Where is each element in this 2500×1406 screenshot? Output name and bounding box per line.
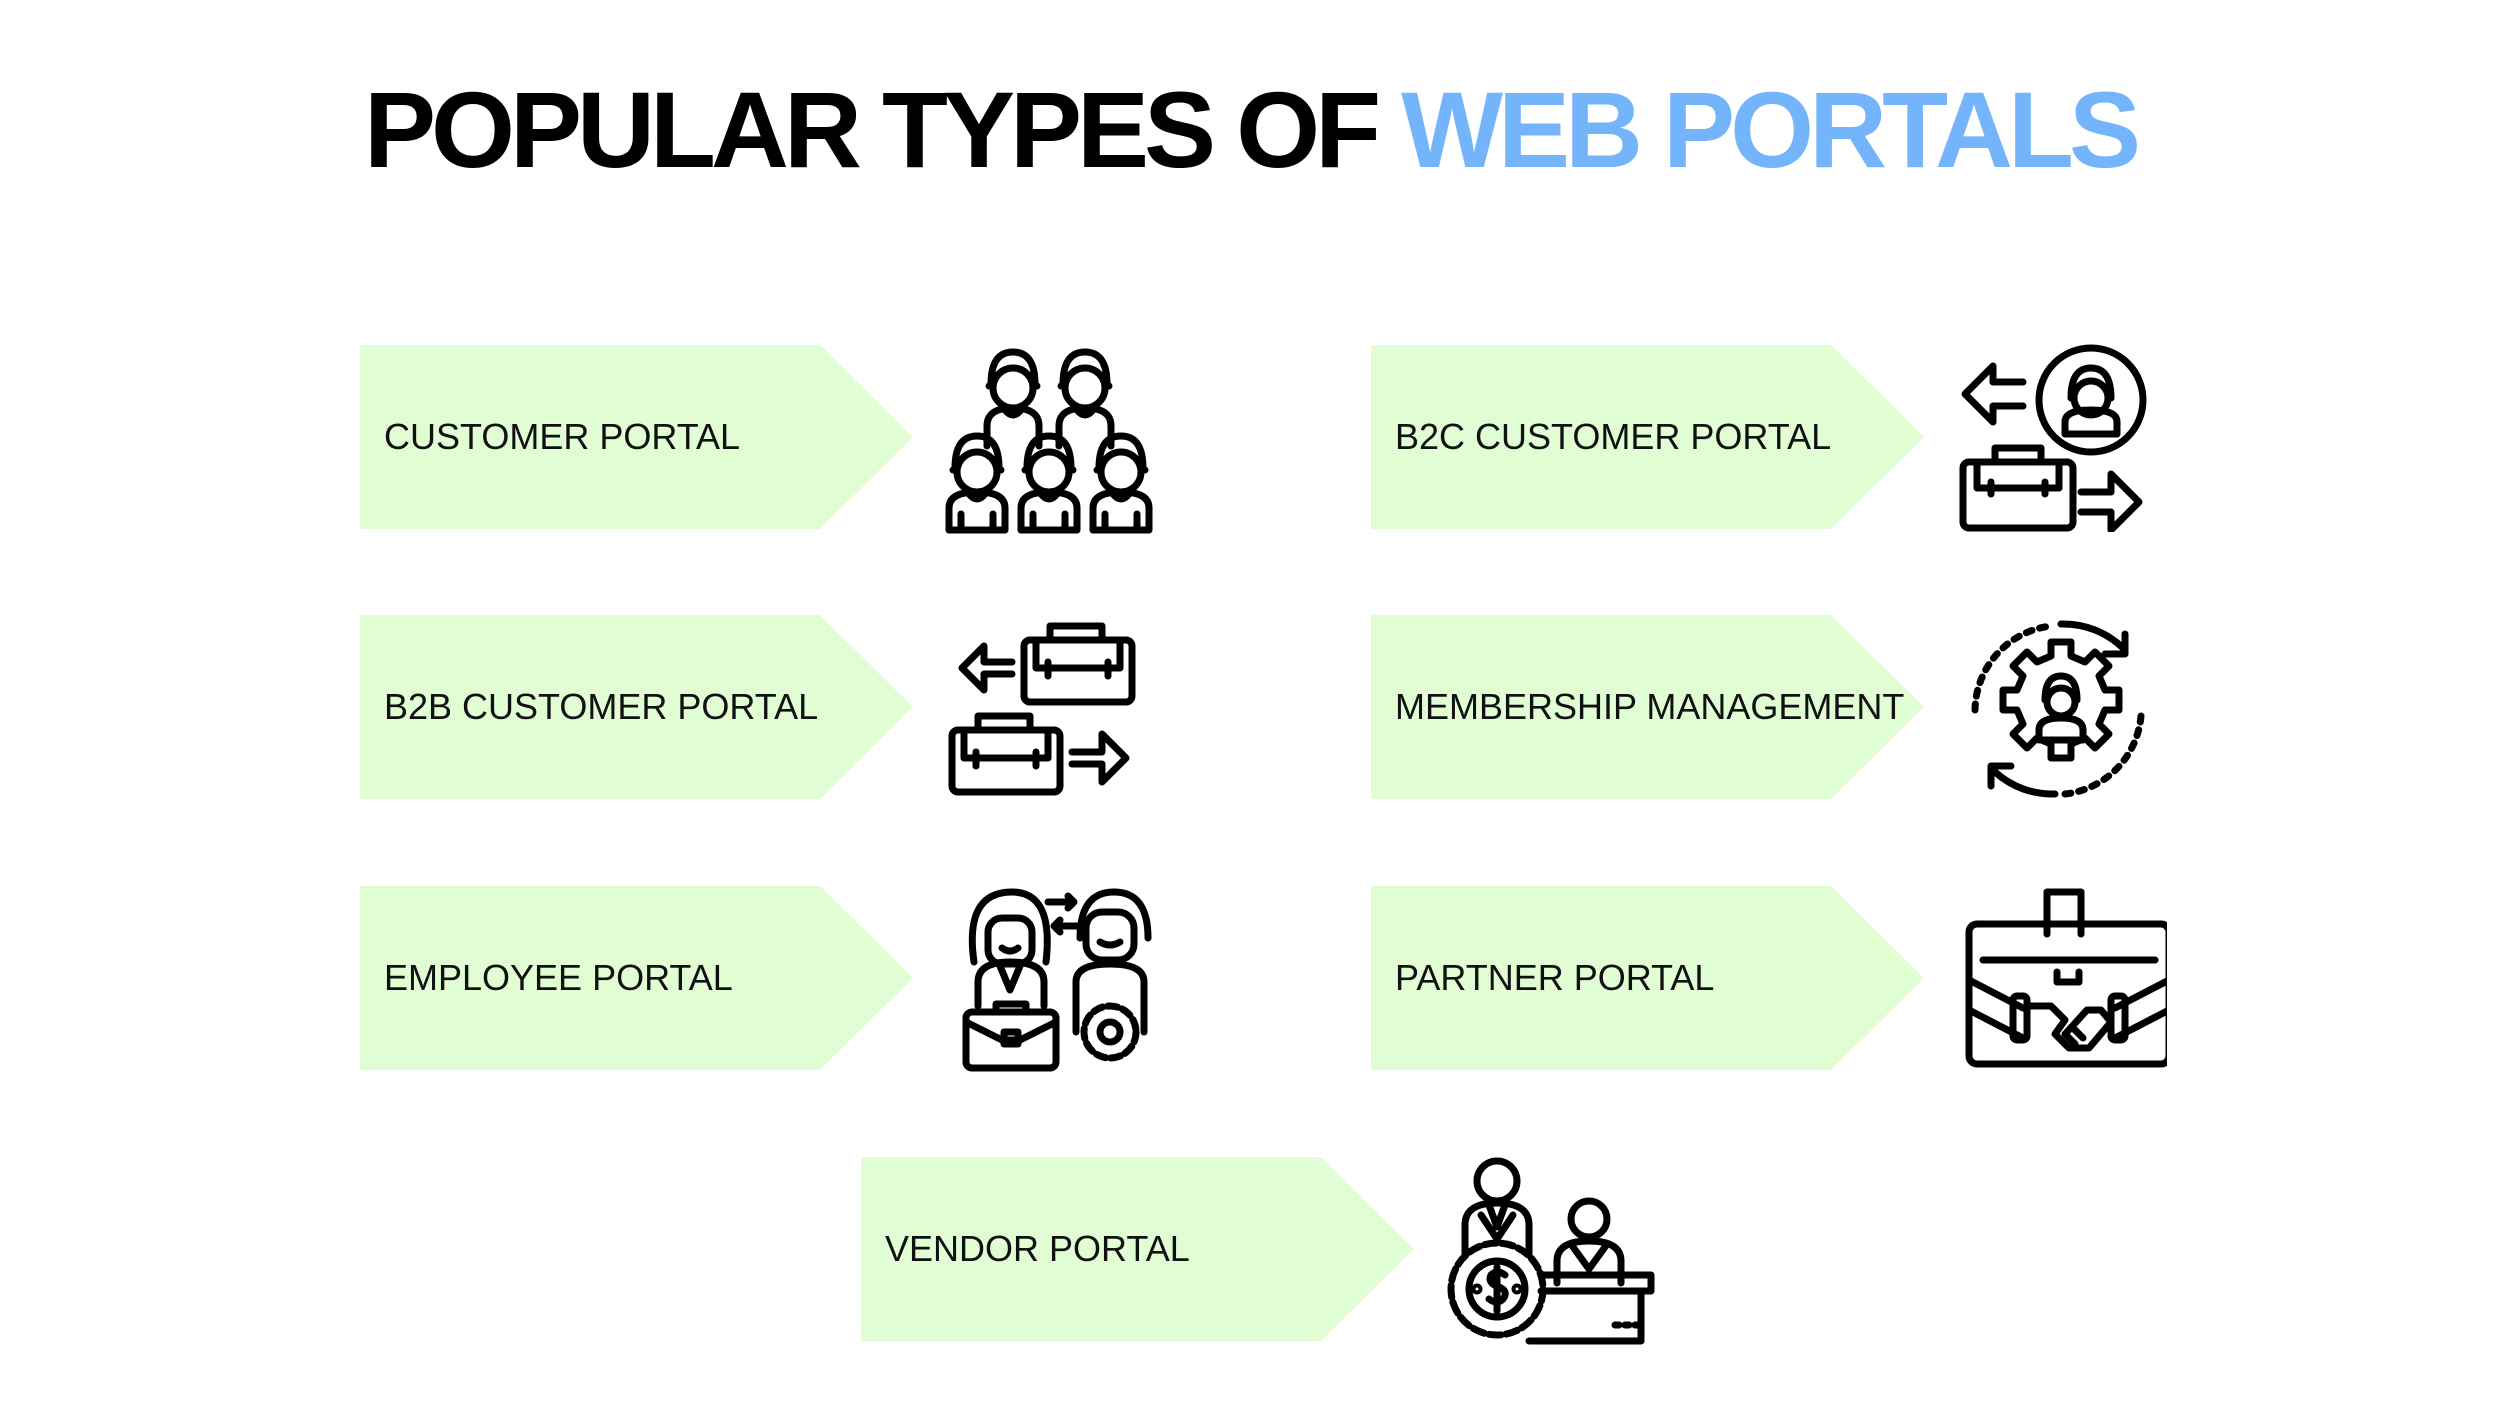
portal-label: VENDOR PORTAL	[885, 1228, 1190, 1269]
portal-card-membership-management: MEMBERSHIP MANAGEMENT	[1371, 615, 1924, 799]
portal-label: B2B CUSTOMER PORTAL	[384, 686, 819, 727]
title-main: POPULAR TYPES OF	[363, 69, 1402, 190]
portal-card-vendor: VENDOR PORTAL	[861, 1157, 1414, 1341]
employees-gear-briefcase-icon	[944, 882, 1156, 1072]
portal-card-b2c-customer: B2C CUSTOMER PORTAL	[1371, 345, 1924, 529]
portal-card-partner: PARTNER PORTAL	[1371, 886, 1924, 1070]
portal-label: MEMBERSHIP MANAGEMENT	[1395, 686, 1905, 727]
group-of-people-icon	[943, 344, 1155, 534]
page-title: POPULAR TYPES OF WEB PORTALS	[0, 70, 2500, 190]
title-accent: WEB PORTALS	[1401, 69, 2141, 190]
briefcase-exchange-icon	[944, 612, 1156, 802]
portal-label: CUSTOMER PORTAL	[384, 416, 741, 457]
person-gear-cycle-icon	[1955, 612, 2167, 802]
vendor-dollar-gear-desk-icon	[1445, 1155, 1657, 1345]
portal-label: B2C CUSTOMER PORTAL	[1395, 416, 1832, 457]
portal-card-b2b-customer: B2B CUSTOMER PORTAL	[360, 615, 913, 799]
portal-label: EMPLOYEE PORTAL	[384, 957, 733, 998]
briefcase-handshake-icon	[1955, 882, 2173, 1072]
portal-card-customer: CUSTOMER PORTAL	[360, 345, 913, 529]
person-briefcase-exchange-icon	[1955, 342, 2167, 534]
portal-label: PARTNER PORTAL	[1395, 957, 1715, 998]
portal-card-employee: EMPLOYEE PORTAL	[360, 886, 913, 1070]
